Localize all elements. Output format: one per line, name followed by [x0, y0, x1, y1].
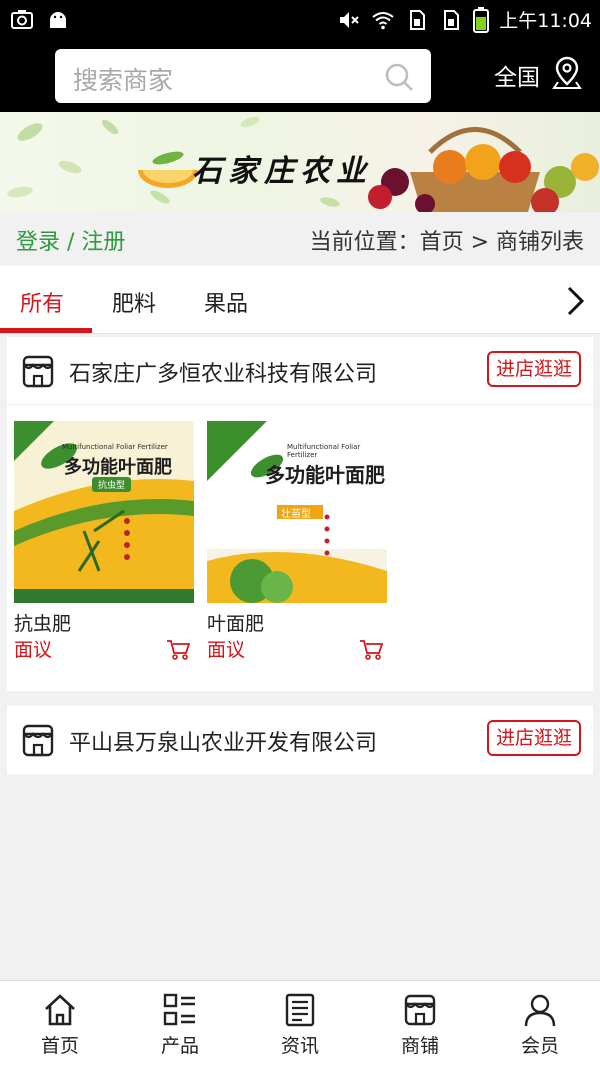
news-icon [285, 993, 315, 1027]
nav-home[interactable]: 首页 [0, 981, 120, 1067]
bottom-nav: 首页 产品 资讯 商铺 会员 [0, 980, 600, 1067]
product-name[interactable]: 抗虫肥 [14, 609, 71, 636]
product-item[interactable]: Multifunctional Foliar Fertilizer 多功能叶面肥… [207, 421, 387, 661]
package-title: 多功能叶面肥 [265, 463, 385, 487]
product-item[interactable]: Multifunctional Foliar Fertilizer 多功能叶面肥… [14, 421, 194, 661]
status-bar: 上午11:04 [0, 0, 600, 40]
nav-shops-label: 商铺 [400, 1035, 439, 1057]
storefront-icon [22, 355, 54, 388]
category-tabs: 所有 肥料 果品 [0, 266, 600, 334]
shop-header[interactable]: 平山县万泉山农业开发有限公司 进店逛逛 [7, 706, 593, 774]
status-time: 上午11:04 [499, 10, 592, 32]
nav-news[interactable]: 资讯 [240, 981, 360, 1067]
breadcrumb-bar: 登录 / 注册 当前位置：首页 > 商铺列表 [0, 212, 600, 266]
banner-title: 石家庄农业 [192, 154, 372, 189]
home-icon [45, 994, 75, 1026]
top-header: 搜索商家 全国 [0, 40, 600, 112]
cart-icon[interactable] [359, 639, 383, 661]
product-price: 面议 [207, 639, 246, 661]
nav-shops[interactable]: 商铺 [360, 981, 480, 1067]
region-selector[interactable]: 全国 [494, 58, 540, 92]
package-badge: 壮苗型 [281, 509, 311, 520]
user-icon [524, 994, 556, 1027]
search-icon[interactable] [383, 61, 415, 93]
android-icon [50, 12, 66, 28]
package-subtitle: Multifunctional Foliar Fertilizer [62, 443, 168, 451]
product-image[interactable]: Multifunctional Foliar Fertilizer 多功能叶面肥… [207, 421, 387, 603]
active-tab-indicator [0, 328, 92, 333]
product-name[interactable]: 叶面肥 [207, 609, 264, 636]
product-price: 面议 [14, 639, 53, 661]
visit-shop-button[interactable]: 进店逛逛 [486, 351, 581, 387]
search-box[interactable]: 搜索商家 [55, 49, 431, 103]
tab-fruit[interactable]: 果品 [204, 286, 248, 318]
grid-list-icon [163, 993, 195, 1026]
package-title: 多功能叶面肥 [64, 457, 172, 478]
login-register-link[interactable]: 登录 / 注册 [16, 224, 125, 256]
mute-icon [340, 11, 359, 28]
shop-card: 石家庄广多恒农业科技有限公司 进店逛逛 Multifunctional Foli… [7, 337, 593, 691]
search-input[interactable]: 搜索商家 [73, 61, 173, 97]
screenshot-icon [11, 10, 33, 29]
shop-icon [404, 994, 436, 1026]
shop-header[interactable]: 石家庄广多恒农业科技有限公司 进店逛逛 [7, 337, 593, 405]
product-list: Multifunctional Foliar Fertilizer 多功能叶面肥… [7, 405, 593, 691]
breadcrumb[interactable]: 当前位置：首页 > 商铺列表 [310, 224, 584, 256]
sim2-icon [444, 9, 460, 30]
nav-products-label: 产品 [160, 1035, 199, 1057]
banner[interactable]: 石家庄农业 [0, 112, 600, 212]
product-image[interactable]: Multifunctional Foliar Fertilizer 多功能叶面肥… [14, 421, 194, 603]
visit-shop-button[interactable]: 进店逛逛 [486, 720, 581, 756]
nav-home-label: 首页 [40, 1035, 79, 1057]
nav-member-label: 会员 [520, 1035, 559, 1057]
package-badge: 抗虫型 [92, 477, 132, 492]
nav-products[interactable]: 产品 [120, 981, 240, 1067]
tab-fertilizer[interactable]: 肥料 [112, 286, 156, 318]
nav-member[interactable]: 会员 [480, 981, 600, 1067]
wifi-icon [372, 11, 394, 29]
chevron-right-icon[interactable] [562, 284, 588, 318]
nav-news-label: 资讯 [280, 1035, 319, 1057]
shop-name[interactable]: 平山县万泉山农业开发有限公司 [69, 725, 377, 757]
shop-name[interactable]: 石家庄广多恒农业科技有限公司 [69, 356, 377, 388]
shop-card: 平山县万泉山农业开发有限公司 进店逛逛 [7, 706, 593, 774]
location-pin-icon[interactable] [552, 56, 582, 90]
tab-all[interactable]: 所有 [20, 286, 64, 318]
cart-icon[interactable] [166, 639, 190, 661]
battery-icon [473, 6, 490, 33]
storefront-icon [22, 724, 54, 757]
package-subtitle: Multifunctional Foliar Fertilizer [287, 443, 361, 459]
sim1-icon [410, 9, 426, 30]
